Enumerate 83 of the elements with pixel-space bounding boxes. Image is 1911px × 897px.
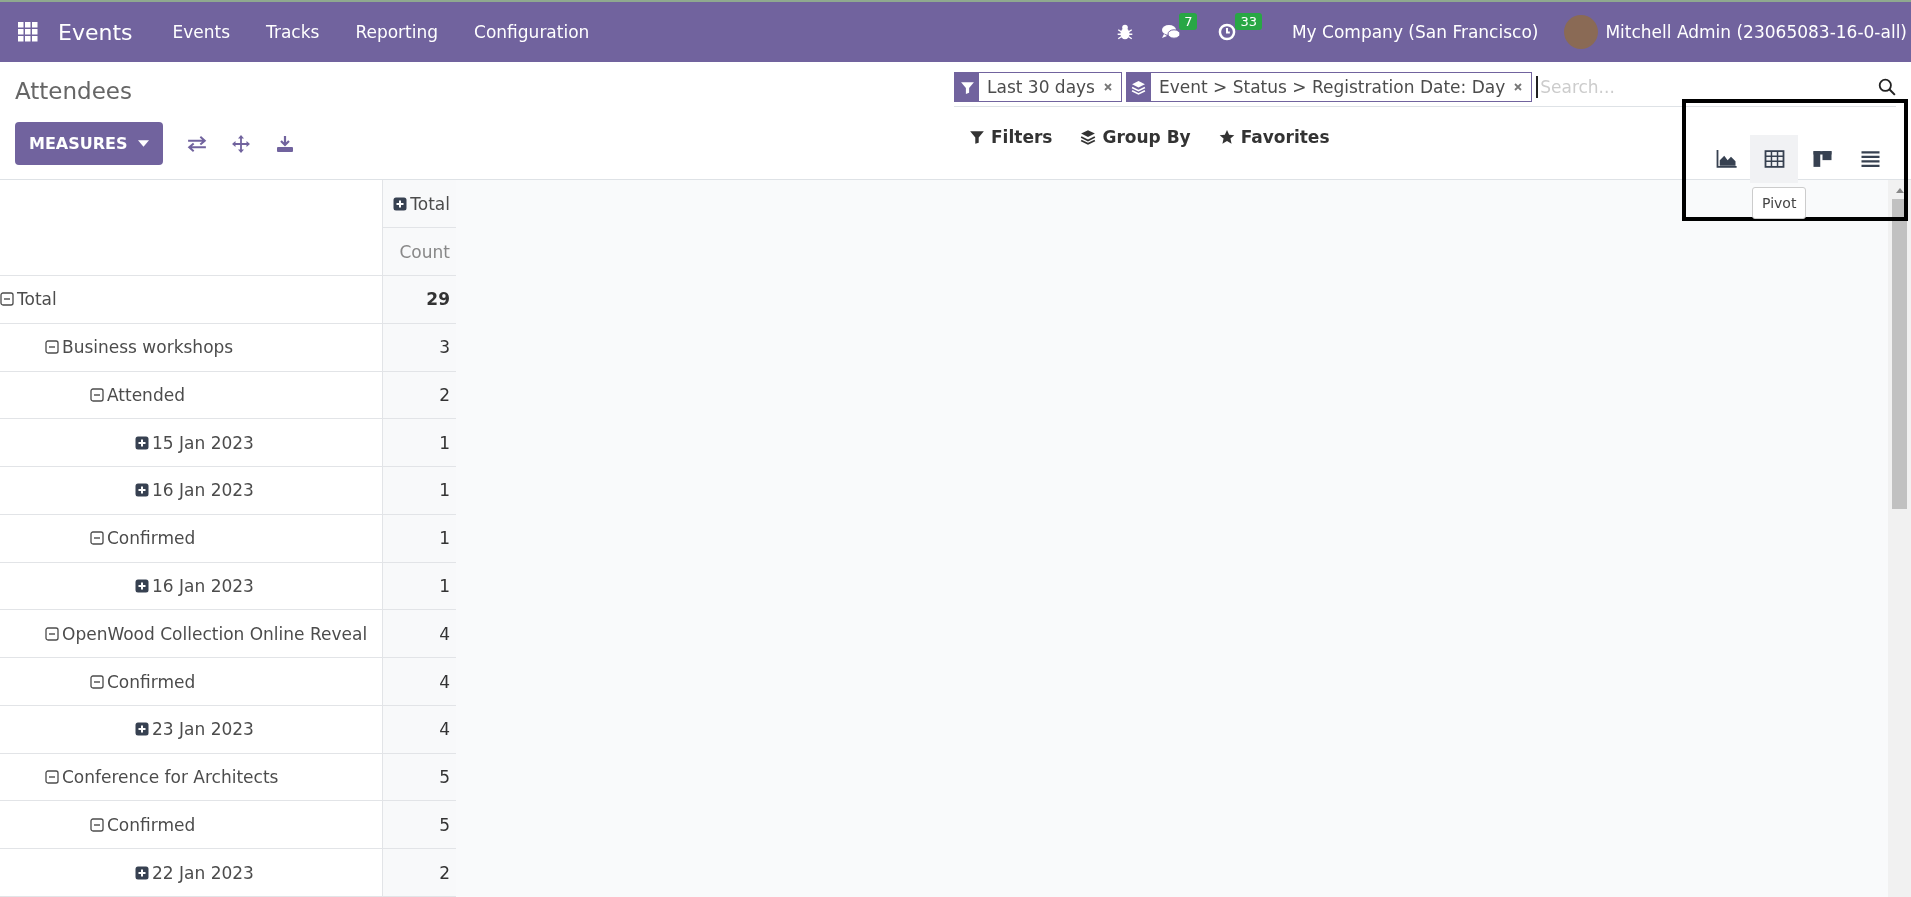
scrollbar[interactable] <box>1888 180 1911 897</box>
table-cell: 5 <box>382 753 456 801</box>
activity-count-badge: 33 <box>1235 13 1262 30</box>
table-cell: 1 <box>382 466 456 515</box>
row-header[interactable]: Conference for Architects <box>62 767 279 788</box>
row-header[interactable]: 23 Jan 2023 <box>152 719 254 740</box>
expand-icon[interactable] <box>135 722 149 737</box>
filter-icon <box>959 79 975 95</box>
clock-icon[interactable] <box>1217 23 1238 41</box>
message-count-badge: 7 <box>1179 13 1198 30</box>
expand-icon[interactable] <box>135 483 149 498</box>
column-header[interactable]: Total <box>382 180 456 228</box>
row-header[interactable]: Confirmed <box>107 671 196 692</box>
search-menu-toggle[interactable]: Favorites <box>1240 127 1330 147</box>
expand-arrows-icon[interactable] <box>230 134 251 153</box>
menu-item[interactable]: Tracks <box>266 22 320 42</box>
table-cell: 1 <box>382 514 456 563</box>
scroll-up-arrow-icon[interactable] <box>1895 188 1904 193</box>
collapse-icon[interactable] <box>45 340 59 355</box>
table-cell: 4 <box>382 657 456 706</box>
expand-icon[interactable] <box>135 579 149 593</box>
menu-item[interactable]: Events <box>172 22 231 42</box>
swap-arrows-icon[interactable] <box>186 134 207 153</box>
collapse-icon[interactable] <box>90 387 104 402</box>
search-menu-toggle[interactable]: Group By <box>1102 127 1191 147</box>
app-name[interactable]: Events <box>58 19 133 45</box>
row-header[interactable]: 16 Jan 2023 <box>152 576 254 596</box>
table-cell: 3 <box>382 323 456 372</box>
table-cell: 5 <box>382 800 456 849</box>
company-switcher[interactable]: My Company (San Francisco) <box>1291 22 1539 42</box>
row-header[interactable]: 15 Jan 2023 <box>152 432 254 453</box>
collapse-icon[interactable] <box>90 817 104 832</box>
collapse-icon[interactable] <box>45 626 59 641</box>
star-icon <box>1218 129 1235 145</box>
search-menu-toggle[interactable]: Filters <box>991 127 1053 147</box>
facet-label: Last 30 days <box>986 77 1096 97</box>
user-menu[interactable]: Mitchell Admin (23065083-16-0-all) <box>1605 22 1907 42</box>
tooltip: Pivot <box>1752 187 1807 219</box>
table-cell: 1 <box>382 418 456 467</box>
remove-icon[interactable] <box>1513 82 1524 92</box>
download-icon[interactable] <box>274 134 295 153</box>
expand-icon[interactable] <box>135 865 149 880</box>
facet-label: Event > Status > Registration Date: Day <box>1158 77 1507 97</box>
row-header[interactable]: Total <box>17 289 57 310</box>
table-cell: 2 <box>382 848 456 897</box>
measure-header: Count <box>382 227 456 276</box>
caret-icon <box>137 140 149 147</box>
collapse-icon[interactable] <box>90 674 104 689</box>
row-header[interactable]: Business workshops <box>62 337 234 358</box>
collapse-icon[interactable] <box>45 770 59 785</box>
expand-icon[interactable] <box>393 196 408 211</box>
collapse-icon[interactable] <box>90 531 104 546</box>
list-icon <box>1859 150 1881 168</box>
table-cell: 1 <box>382 562 456 610</box>
row-header[interactable]: Attended <box>107 384 185 405</box>
row-header[interactable]: OpenWood Collection Online Reveal <box>62 623 368 644</box>
area-chart-icon <box>1715 150 1737 168</box>
remove-icon[interactable] <box>1103 82 1113 92</box>
menu-item[interactable]: Reporting <box>355 22 439 42</box>
row-header[interactable]: 22 Jan 2023 <box>152 862 254 883</box>
kanban-icon <box>1811 150 1833 168</box>
table-cell: 4 <box>382 705 456 754</box>
layers-icon <box>1131 79 1147 95</box>
view-switch-button[interactable] <box>1750 135 1798 183</box>
measures-button[interactable]: MEASURES <box>15 122 163 165</box>
row-header[interactable]: Confirmed <box>107 528 196 549</box>
chat-icon[interactable] <box>1161 23 1182 41</box>
page-title: Attendees <box>15 78 133 104</box>
table-icon <box>1763 150 1785 168</box>
row-header[interactable]: 16 Jan 2023 <box>152 480 254 501</box>
avatar-placeholder <box>1564 15 1599 49</box>
table-cell: 29 <box>382 275 456 324</box>
apps-grid-icon[interactable] <box>18 22 38 42</box>
layers-icon <box>1080 129 1097 145</box>
collapse-icon[interactable] <box>0 292 14 307</box>
header-label: Total <box>410 193 450 214</box>
table-cell: 2 <box>382 371 456 419</box>
search-icon[interactable] <box>1878 78 1896 96</box>
table-cell: 4 <box>382 609 456 658</box>
row-header[interactable]: Confirmed <box>107 814 196 835</box>
expand-icon[interactable] <box>135 435 149 450</box>
filter-icon <box>969 129 985 145</box>
menu-item[interactable]: Configuration <box>474 22 590 42</box>
